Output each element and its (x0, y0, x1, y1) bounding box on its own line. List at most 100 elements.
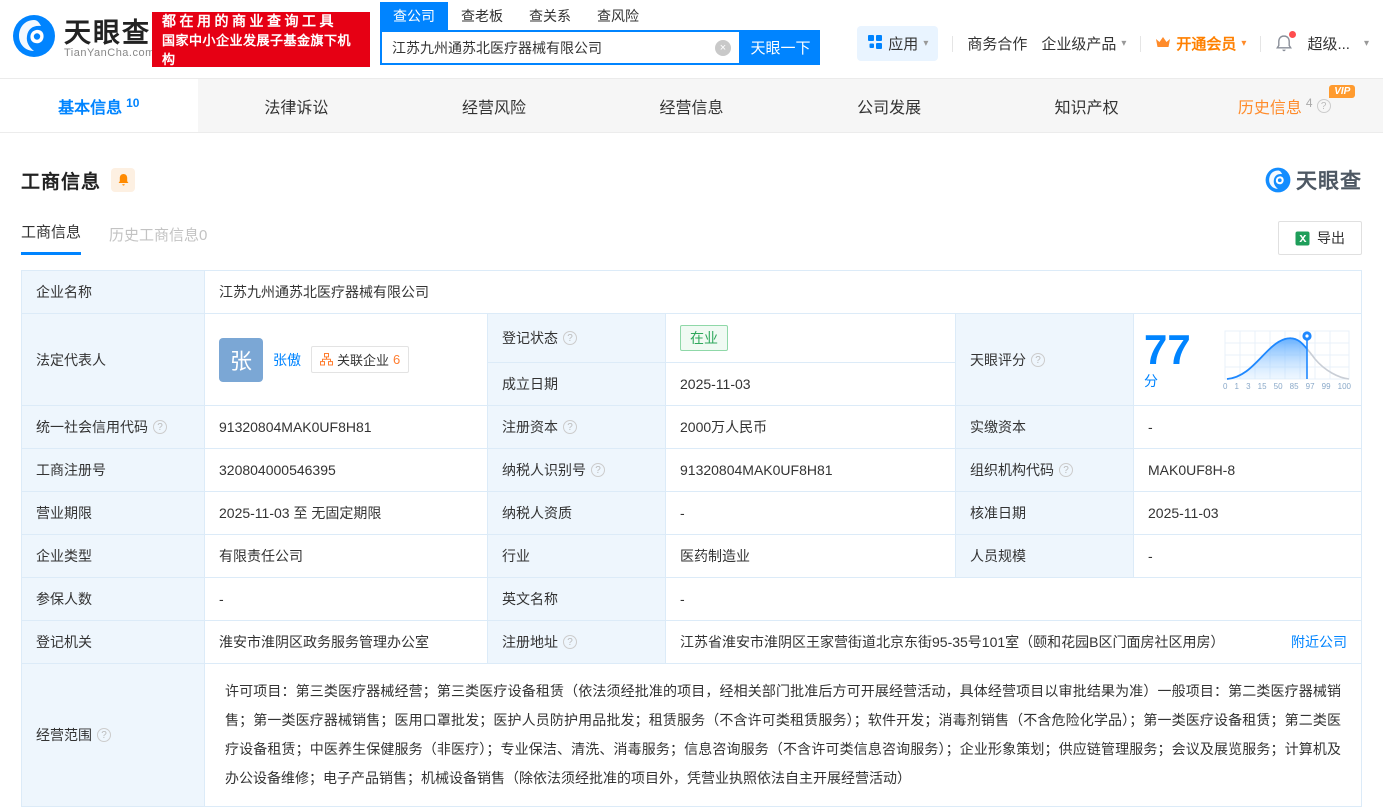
tab-history-info[interactable]: 历史信息 4 ? VIP (1185, 79, 1383, 132)
field-label: 经营范围 ? (22, 664, 205, 807)
tab-label: 知识产权 (1055, 94, 1119, 118)
cooperation-label: 商务合作 (967, 33, 1027, 54)
nearby-companies-link[interactable]: 附近公司 (1291, 632, 1347, 652)
subscribe-bell-button[interactable] (111, 168, 135, 192)
field-label: 登记机关 (22, 621, 205, 664)
tab-legal[interactable]: 法律诉讼 (198, 79, 396, 132)
english-name-value: - (666, 578, 1362, 621)
brand-name: 天眼查 (64, 19, 155, 47)
approval-date-value: 2025-11-03 (1134, 492, 1362, 535)
apps-menu[interactable]: 应用 ▾ (857, 26, 938, 61)
table-row: 企业类型 有限责任公司 行业 医药制造业 人员规模 - (22, 535, 1362, 578)
help-icon[interactable]: ? (1031, 353, 1045, 367)
table-row: 企业名称 江苏九州通苏北医疗器械有限公司 (22, 271, 1362, 314)
tab-company-development[interactable]: 公司发展 (790, 79, 988, 132)
field-label: 英文名称 (488, 578, 666, 621)
nav-open-vip[interactable]: 开通会员 ▾ (1155, 33, 1246, 54)
table-row: 统一社会信用代码 ? 91320804MAK0UF8H81 注册资本 ? 200… (22, 406, 1362, 449)
subtab-history-business-info[interactable]: 历史工商信息0 (109, 224, 207, 255)
field-label: 纳税人资质 (488, 492, 666, 535)
field-label: 法定代表人 (22, 314, 205, 406)
business-term-value: 2025-11-03 至 无固定期限 (205, 492, 488, 535)
status-badge: 在业 (680, 325, 728, 351)
banner-line2: 国家中小企业发展子基金旗下机构 (162, 31, 360, 69)
help-icon[interactable]: ? (591, 463, 605, 477)
nav-cooperation[interactable]: 商务合作 (967, 33, 1027, 54)
field-label: 工商注册号 (22, 449, 205, 492)
tab-operation-info[interactable]: 经营信息 (593, 79, 791, 132)
tab-count: 10 (126, 96, 139, 110)
clear-icon[interactable]: × (715, 40, 731, 56)
table-row: 工商注册号 320804000546395 纳税人识别号 ? 91320804M… (22, 449, 1362, 492)
tianyancha-logo[interactable]: 天眼查 TianYanCha.com (12, 14, 155, 63)
search-tabs: 查公司 查老板 查关系 查风险 (380, 4, 820, 30)
open-vip-label: 开通会员 (1176, 33, 1236, 54)
main-content: 工商信息 天眼查 工商信息 历史工商信息0 导出 (0, 165, 1383, 807)
vip-badge: VIP (1329, 85, 1355, 98)
help-icon[interactable]: ? (1059, 463, 1073, 477)
search-button[interactable]: 天眼一下 (741, 30, 820, 65)
field-label: 天眼评分 ? (956, 314, 1134, 406)
table-row: 经营范围 ? 许可项目：第三类医疗器械经营；第三类医疗设备租赁（依法须经批准的项… (22, 664, 1362, 807)
field-label: 注册资本 ? (488, 406, 666, 449)
help-icon[interactable]: ? (1317, 99, 1331, 113)
promo-banner: 都在用的商业查询工具 国家中小企业发展子基金旗下机构 (152, 12, 370, 67)
help-icon[interactable]: ? (563, 331, 577, 345)
nav-divider (1260, 36, 1261, 52)
top-header: 天眼查 TianYanCha.com 都在用的商业查询工具 国家中小企业发展子基… (0, 0, 1383, 79)
establish-date-value: 2025-11-03 (666, 363, 956, 406)
help-icon[interactable]: ? (563, 635, 577, 649)
tab-count: 4 (1306, 96, 1313, 110)
score-distribution-chart: 01 315 5085 9799 100 (1223, 329, 1351, 391)
section-title: 工商信息 (21, 167, 101, 194)
help-icon[interactable]: ? (97, 728, 111, 742)
nav-enterprise[interactable]: 企业级产品 ▾ (1041, 33, 1126, 54)
business-scope-value: 许可项目：第三类医疗器械经营；第三类医疗设备租赁（依法须经批准的项目，经相关部门… (225, 677, 1341, 793)
tab-intellectual-property[interactable]: 知识产权 (988, 79, 1186, 132)
reg-authority-value: 淮安市淮阴区政务服务管理办公室 (205, 621, 488, 664)
reg-address-value: 江苏省淮安市淮阴区王家营街道北京东街95-35号101室（颐和花园B区门面房社区… (680, 632, 1273, 652)
tab-label: 经营信息 (660, 94, 724, 118)
chevron-down-icon: ▾ (923, 38, 928, 49)
nav-super-vip[interactable]: 超级... (1307, 33, 1350, 54)
super-vip-label: 超级... (1307, 33, 1350, 54)
apps-grid-icon (867, 34, 883, 54)
help-icon[interactable]: ? (153, 420, 167, 434)
subtab-business-info[interactable]: 工商信息 (21, 221, 81, 255)
taxpayer-quality-value: - (666, 492, 956, 535)
banner-line1: 都在用的商业查询工具 (162, 11, 360, 31)
related-count: 6 (393, 352, 400, 367)
help-icon[interactable]: ? (563, 420, 577, 434)
reg-number-value: 320804000546395 (205, 449, 488, 492)
search-tab-boss[interactable]: 查老板 (448, 2, 516, 30)
field-label: 统一社会信用代码 ? (22, 406, 205, 449)
field-label: 登记状态 ? (488, 314, 666, 363)
notification-bell[interactable] (1275, 34, 1293, 53)
tab-label: 经营风险 (462, 94, 526, 118)
business-info-table: 企业名称 江苏九州通苏北医疗器械有限公司 法定代表人 张 张傲 (21, 270, 1362, 807)
search-input[interactable] (382, 32, 739, 63)
related-label: 关联企业 (337, 350, 389, 369)
score-cell[interactable]: 77分 (1134, 314, 1362, 406)
tianyancha-logo-icon (12, 14, 56, 63)
paid-capital-value: - (1134, 406, 1362, 449)
export-button[interactable]: 导出 (1278, 221, 1362, 255)
score-unit: 分 (1144, 373, 1158, 389)
chevron-down-icon[interactable]: ▾ (1364, 38, 1369, 49)
table-row: 法定代表人 张 张傲 关联企业 6 (22, 314, 1362, 363)
apps-label: 应用 (888, 33, 918, 54)
avatar[interactable]: 张 (219, 338, 263, 382)
tab-label: 法律诉讼 (264, 94, 328, 118)
tab-basic-info[interactable]: 基本信息 10 (0, 79, 198, 132)
search-tab-risk[interactable]: 查风险 (584, 2, 652, 30)
nav-divider (1140, 36, 1141, 52)
brand-domain: TianYanCha.com (64, 47, 155, 59)
tab-operation-risk[interactable]: 经营风险 (395, 79, 593, 132)
related-companies-badge[interactable]: 关联企业 6 (311, 346, 409, 373)
field-label: 企业类型 (22, 535, 205, 578)
legal-rep-cell: 张 张傲 关联企业 6 (205, 314, 488, 406)
search-tab-relation[interactable]: 查关系 (516, 2, 584, 30)
search-tab-company[interactable]: 查公司 (380, 2, 448, 30)
legal-rep-link[interactable]: 张傲 (273, 350, 301, 370)
reg-capital-value: 2000万人民币 (666, 406, 956, 449)
